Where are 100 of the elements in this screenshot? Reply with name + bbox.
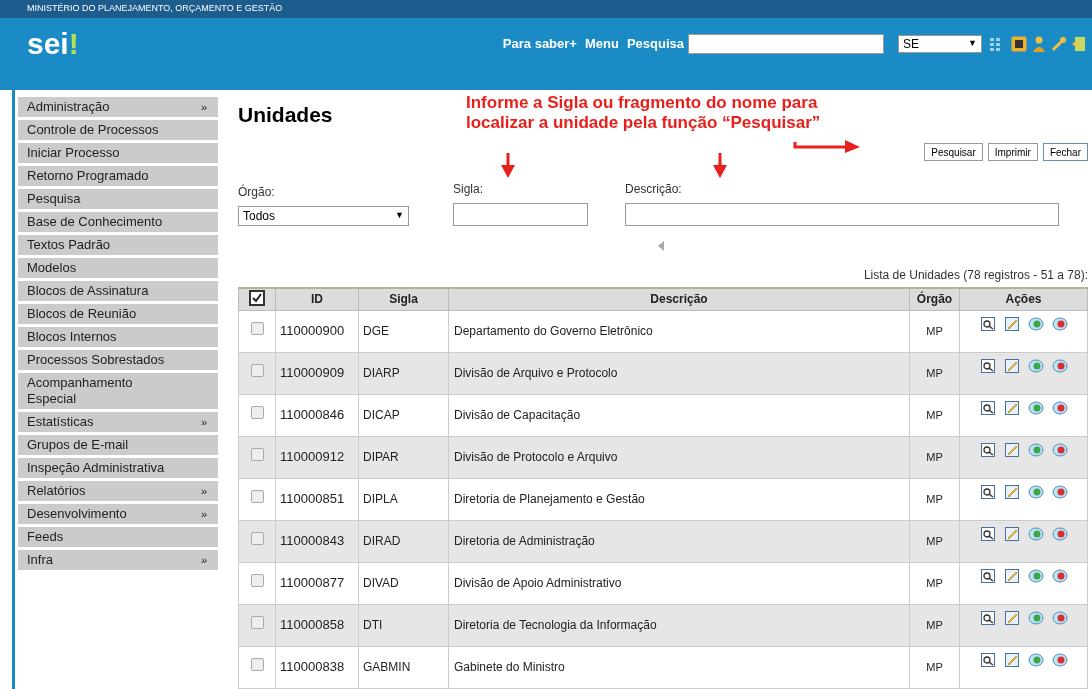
sidebar-item[interactable]: Estatísticas »: [18, 412, 218, 432]
column-header: Descrição: [448, 288, 910, 310]
view-document-icon[interactable]: [979, 357, 996, 374]
sidebar-item[interactable]: Administração »: [18, 97, 218, 117]
view-document-icon[interactable]: [979, 399, 996, 416]
sidebar-item[interactable]: Feeds: [18, 527, 218, 547]
sidebar-item[interactable]: Base de Conhecimento: [18, 212, 218, 232]
view-document-icon[interactable]: [979, 525, 996, 542]
view-document-icon[interactable]: [979, 483, 996, 500]
unit-select[interactable]: SE ▼: [898, 35, 982, 53]
table-cell: 110000838: [275, 646, 359, 688]
wrench-icon[interactable]: [1051, 36, 1067, 52]
edit-pencil-icon[interactable]: [1003, 567, 1020, 584]
checkbox[interactable]: [250, 532, 264, 545]
exit-door-icon[interactable]: [1072, 36, 1086, 52]
deactivate-icon[interactable]: [1051, 315, 1068, 332]
descricao-field[interactable]: [625, 203, 1059, 226]
table-cell: MP: [909, 520, 960, 562]
user-icon[interactable]: [1032, 36, 1046, 52]
sidebar-item[interactable]: Controle de Processos: [18, 120, 218, 140]
edit-pencil-icon[interactable]: [1003, 651, 1020, 668]
edit-pencil-icon[interactable]: [1003, 441, 1020, 458]
deactivate-icon[interactable]: [1051, 399, 1068, 416]
edit-pencil-icon[interactable]: [1003, 609, 1020, 626]
edit-pencil-icon[interactable]: [1003, 525, 1020, 542]
annotation-text: localizar a unidade pela função “Pesquisar”: [466, 113, 821, 133]
sidebar-item[interactable]: Grupos de E-mail: [18, 435, 218, 455]
table-cell: DIRAD: [358, 520, 449, 562]
checkbox[interactable]: [250, 448, 264, 461]
sidebar-item[interactable]: Inspeção Administrativa: [18, 458, 218, 478]
table-cell: 110000877: [275, 562, 359, 604]
sigla-label: Sigla:: [453, 181, 485, 198]
sidebar-item[interactable]: Retorno Programado: [18, 166, 218, 186]
note-icon[interactable]: [1011, 36, 1027, 52]
view-document-icon[interactable]: [979, 609, 996, 626]
header-link[interactable]: Para saber+: [502, 34, 577, 54]
deactivate-icon[interactable]: [1051, 483, 1068, 500]
activate-icon[interactable]: [1027, 315, 1044, 332]
list-caption: Lista de Unidades (78 registros - 51 a 78):: [863, 267, 1088, 284]
action-button[interactable]: Fechar: [1042, 143, 1088, 161]
search-field[interactable]: [688, 34, 884, 54]
action-button[interactable]: Pesquisar: [924, 143, 983, 161]
edit-pencil-icon[interactable]: [1003, 315, 1020, 332]
column-header: Órgão: [909, 288, 960, 310]
logo[interactable]: sei!: [27, 29, 79, 59]
view-document-icon[interactable]: [979, 567, 996, 584]
header-link[interactable]: Menu: [584, 34, 619, 54]
checkbox[interactable]: [250, 658, 264, 671]
sidebar-item[interactable]: Acompanhamento Especial: [18, 373, 218, 409]
sidebar-item[interactable]: Infra »: [18, 550, 218, 570]
view-document-icon[interactable]: [979, 441, 996, 458]
activate-icon[interactable]: [1027, 441, 1044, 458]
table-cell: MP: [909, 436, 960, 478]
table-cell: 110000909: [275, 352, 359, 394]
sidebar-item[interactable]: Relatórios »: [18, 481, 218, 501]
checkbox[interactable]: [249, 289, 265, 306]
deactivate-icon[interactable]: [1051, 525, 1068, 542]
edit-pencil-icon[interactable]: [1003, 357, 1020, 374]
view-document-icon[interactable]: [979, 315, 996, 332]
action-button[interactable]: Imprimir: [987, 143, 1038, 161]
checkbox[interactable]: [250, 490, 264, 503]
orgao-select[interactable]: Todos ▼: [238, 206, 409, 226]
deactivate-icon[interactable]: [1051, 357, 1068, 374]
table-cell: MP: [909, 646, 960, 688]
activate-icon[interactable]: [1027, 483, 1044, 500]
deactivate-icon[interactable]: [1051, 567, 1068, 584]
edit-pencil-icon[interactable]: [1003, 483, 1020, 500]
view-document-icon[interactable]: [979, 651, 996, 668]
deactivate-icon[interactable]: [1051, 441, 1068, 458]
deactivate-icon[interactable]: [1051, 609, 1068, 626]
activate-icon[interactable]: [1027, 567, 1044, 584]
table-cell: Diretoria de Tecnologia da Informação: [448, 604, 910, 646]
activate-icon[interactable]: [1027, 357, 1044, 374]
activate-icon[interactable]: [1027, 609, 1044, 626]
deactivate-icon[interactable]: [1051, 651, 1068, 668]
table-cell: DIPLA: [358, 478, 449, 520]
sidebar-item[interactable]: Blocos de Reunião: [18, 304, 218, 324]
table-cell: Diretoria de Administração: [448, 520, 910, 562]
checkbox[interactable]: [250, 322, 264, 335]
table-cell: DTI: [358, 604, 449, 646]
checkbox[interactable]: [250, 574, 264, 587]
sidebar-item[interactable]: Textos Padrão: [18, 235, 218, 255]
table-cell: Divisão de Capacitação: [448, 394, 910, 436]
activate-icon[interactable]: [1027, 399, 1044, 416]
edit-pencil-icon[interactable]: [1003, 399, 1020, 416]
sidebar-item[interactable]: Blocos Internos: [18, 327, 218, 347]
sidebar-item[interactable]: Blocos de Assinatura: [18, 281, 218, 301]
sidebar-item[interactable]: Iniciar Processo: [18, 143, 218, 163]
sidebar-item[interactable]: Desenvolvimento »: [18, 504, 218, 524]
activate-icon[interactable]: [1027, 651, 1044, 668]
checkbox[interactable]: [250, 364, 264, 377]
activate-icon[interactable]: [1027, 525, 1044, 542]
sigla-field[interactable]: [453, 203, 588, 226]
sidebar-item[interactable]: Modelos: [18, 258, 218, 278]
sidebar-item[interactable]: Pesquisa: [18, 189, 218, 209]
table-cell: Diretoria de Planejamento e Gestão: [448, 478, 910, 520]
checkbox[interactable]: [250, 616, 264, 629]
sidebar-item[interactable]: Processos Sobrestados: [18, 350, 218, 370]
checkbox[interactable]: [250, 406, 264, 419]
collapse-triangle-icon[interactable]: [658, 241, 664, 251]
